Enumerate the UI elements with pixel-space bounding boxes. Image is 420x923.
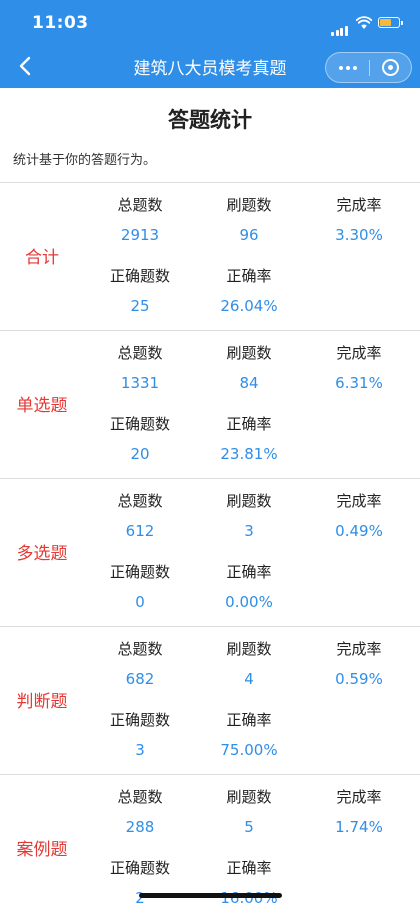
completion-label: 完成率 <box>336 196 382 214</box>
total-label: 总题数 <box>117 344 163 362</box>
signal-icon <box>331 17 349 36</box>
section-name: 多选题 <box>16 544 68 564</box>
battery-icon <box>378 17 403 28</box>
correct-label: 正确题数 <box>109 563 170 581</box>
total-value: 1331 <box>120 374 160 392</box>
section-name: 判断题 <box>16 692 68 712</box>
correct-value: 2 <box>135 889 145 907</box>
total-label: 总题数 <box>117 196 163 214</box>
nav-bar: 建筑八大员模考真题 <box>0 44 420 88</box>
correct-value: 3 <box>135 741 145 759</box>
practiced-value: 96 <box>239 226 259 244</box>
accuracy-value: 75.00% <box>220 741 278 759</box>
practiced-label: 刷题数 <box>226 788 272 806</box>
total-value: 612 <box>125 522 155 540</box>
close-icon[interactable] <box>370 53 412 82</box>
completion-value: 0.49% <box>335 522 383 540</box>
stats-section-true-false: 判断题 总题数 刷题数 完成率 682 4 0.59% 正确题数 正确率 3 7… <box>0 627 420 775</box>
practiced-label: 刷题数 <box>226 492 272 510</box>
accuracy-value: 26.04% <box>220 297 278 315</box>
home-indicator[interactable] <box>139 893 282 898</box>
correct-label: 正确题数 <box>109 711 170 729</box>
completion-label: 完成率 <box>336 492 382 510</box>
completion-value: 0.59% <box>335 670 383 688</box>
correct-value: 20 <box>130 445 150 463</box>
practiced-label: 刷题数 <box>226 196 272 214</box>
total-value: 682 <box>125 670 155 688</box>
completion-value: 1.74% <box>335 818 383 836</box>
completion-value: 3.30% <box>335 226 383 244</box>
stats-section-single-choice: 单选题 总题数 刷题数 完成率 1331 84 6.31% 正确题数 正确率 2… <box>0 331 420 479</box>
correct-label: 正确题数 <box>109 267 170 285</box>
accuracy-label: 正确率 <box>226 711 272 729</box>
section-name: 单选题 <box>16 396 68 416</box>
total-label: 总题数 <box>117 788 163 806</box>
accuracy-value: 23.81% <box>220 445 278 463</box>
accuracy-value: 0.00% <box>225 593 273 611</box>
practiced-label: 刷题数 <box>226 344 272 362</box>
correct-value: 0 <box>135 593 145 611</box>
top-bar: 11:03 建筑八大员模考真题 <box>0 0 420 88</box>
status-bar: 11:03 <box>0 0 420 44</box>
completion-label: 完成率 <box>336 344 382 362</box>
accuracy-label: 正确率 <box>226 563 272 581</box>
practiced-value: 3 <box>244 522 254 540</box>
practiced-value: 4 <box>244 670 254 688</box>
correct-label: 正确题数 <box>109 859 170 877</box>
correct-label: 正确题数 <box>109 415 170 433</box>
practiced-value: 5 <box>244 818 254 836</box>
accuracy-label: 正确率 <box>226 415 272 433</box>
section-name: 案例题 <box>16 840 68 860</box>
accuracy-label: 正确率 <box>226 859 272 877</box>
stats-section-multiple-choice: 多选题 总题数 刷题数 完成率 612 3 0.49% 正确题数 正确率 0 0… <box>0 479 420 627</box>
practiced-label: 刷题数 <box>226 640 272 658</box>
accuracy-value: 16.00% <box>220 889 278 907</box>
stats-section-total: 合计 总题数 刷题数 完成率 2913 96 3.30% 正确题数 正确率 25… <box>0 183 420 331</box>
completion-value: 6.31% <box>335 374 383 392</box>
menu-capsule <box>325 52 412 83</box>
more-icon[interactable] <box>326 53 369 82</box>
page-description: 统计基于你的答题行为。 <box>13 153 157 168</box>
practiced-value: 84 <box>239 374 259 392</box>
page-title: 答题统计 <box>168 108 252 132</box>
status-time: 11:03 <box>32 13 89 33</box>
completion-label: 完成率 <box>336 640 382 658</box>
total-value: 2913 <box>120 226 160 244</box>
wifi-icon <box>356 16 372 29</box>
section-name: 合计 <box>25 248 59 268</box>
total-label: 总题数 <box>117 640 163 658</box>
total-value: 288 <box>125 818 155 836</box>
accuracy-label: 正确率 <box>226 267 272 285</box>
stats-section-case-study: 案例题 总题数 刷题数 完成率 288 5 1.74% 正确题数 正确率 2 1… <box>0 775 420 923</box>
correct-value: 25 <box>130 297 150 315</box>
total-label: 总题数 <box>117 492 163 510</box>
completion-label: 完成率 <box>336 788 382 806</box>
